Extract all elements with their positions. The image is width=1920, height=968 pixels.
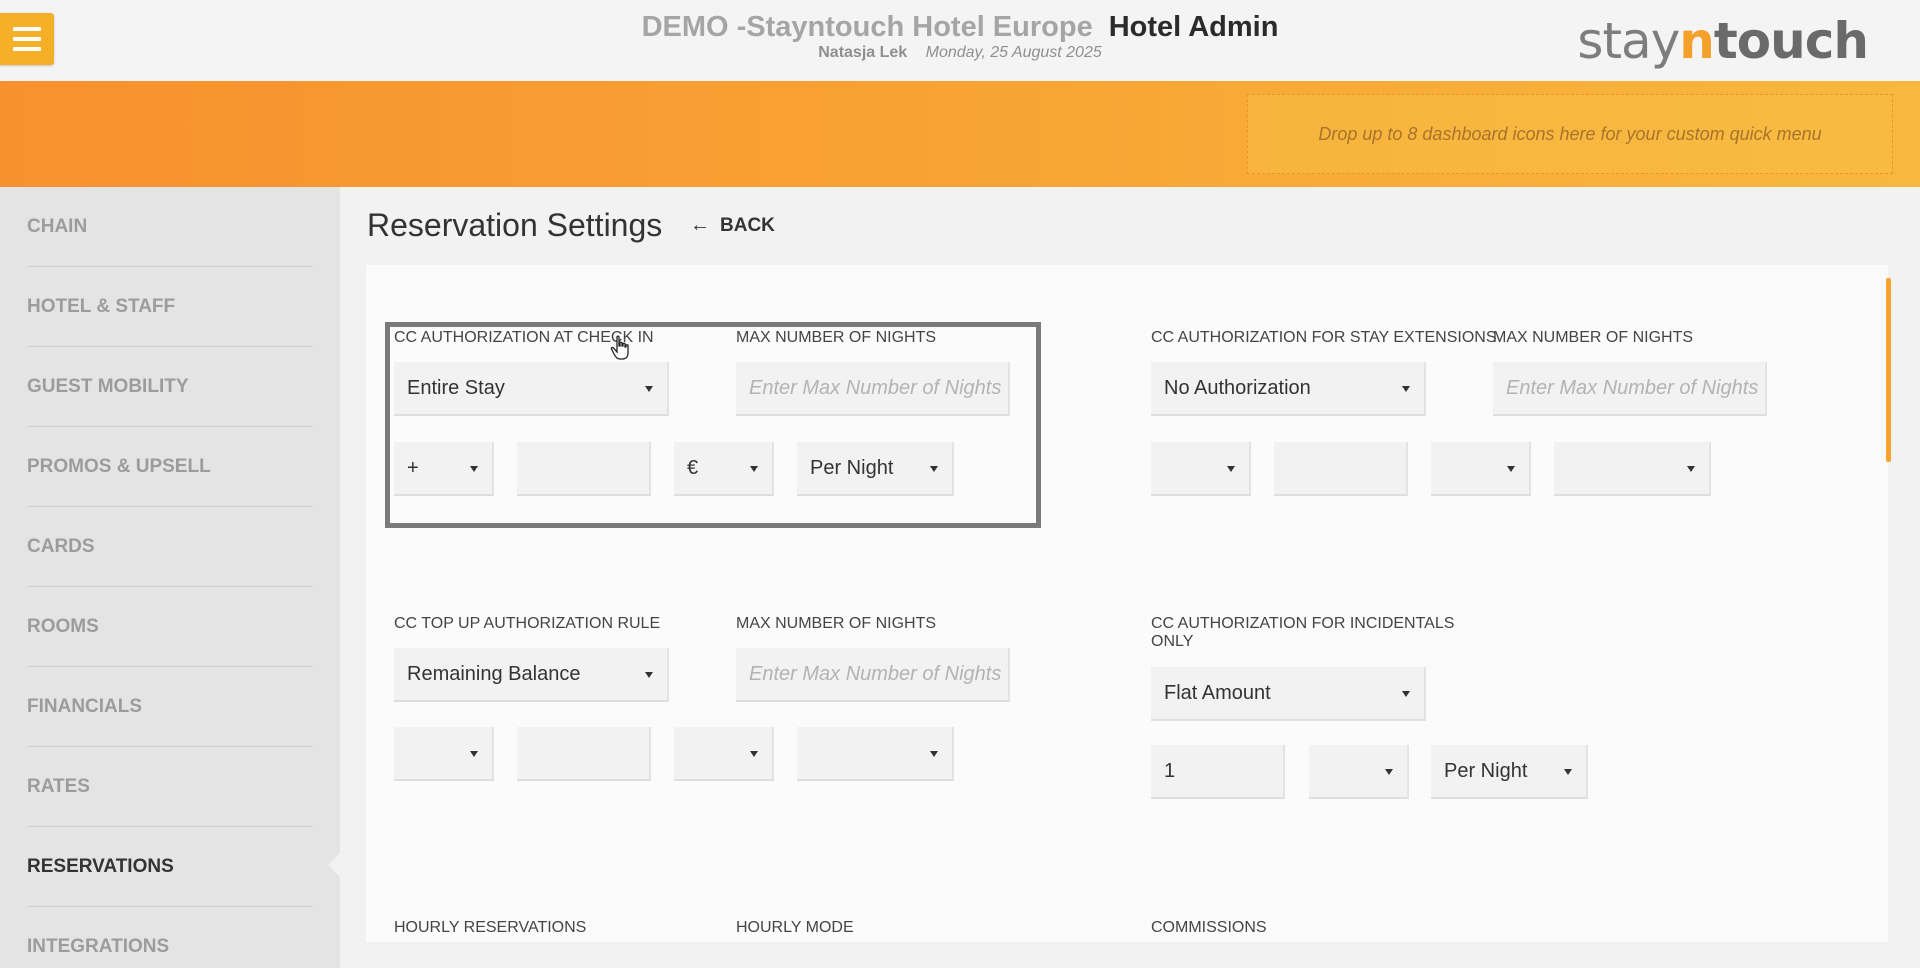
caret-down-icon [470, 751, 478, 757]
sidebar-item-promos-upsell[interactable]: PROMOS & UPSELL [27, 427, 313, 507]
caret-down-icon [1402, 691, 1410, 697]
sidebar-item-cards[interactable]: CARDS [27, 507, 313, 587]
current-date: Monday, 25 August 2025 [925, 44, 1102, 61]
cc-incidentals-amount-input[interactable]: 1 [1151, 745, 1285, 799]
cc-topup-currency-select[interactable] [674, 727, 774, 781]
cc-topup-operator-select[interactable] [394, 727, 494, 781]
sidebar-item-hotel-staff[interactable]: HOTEL & STAFF [27, 267, 313, 347]
highlight-box [385, 322, 1041, 528]
caret-down-icon [1507, 466, 1515, 472]
top-header: DEMO -Stayntouch Hotel Europe Hotel Admin… [0, 0, 1920, 81]
cc-topup-label: CC TOP UP AUTHORIZATION RULE [394, 615, 661, 632]
caret-down-icon [1564, 769, 1572, 775]
cc-extensions-select[interactable]: No Authorization [1151, 362, 1426, 416]
commissions-label: COMMISSIONS [1151, 919, 1267, 936]
quick-menu-dropzone[interactable]: Drop up to 8 dashboard icons here for yo… [1247, 94, 1893, 174]
app-name: Hotel Admin [1108, 11, 1279, 43]
stayntouch-logo: stayntouch [1577, 12, 1869, 70]
vertical-scrollbar[interactable] [1886, 278, 1891, 462]
dropzone-text: Drop up to 8 dashboard icons here for yo… [1318, 123, 1822, 144]
sidebar-item-integrations[interactable]: INTEGRATIONS [27, 907, 313, 968]
sidebar-item-financials[interactable]: FINANCIALS [27, 667, 313, 747]
cc-extensions-period-select[interactable] [1554, 442, 1711, 496]
cc-extensions-label: CC AUTHORIZATION FOR STAY EXTENSIONS [1151, 329, 1497, 346]
caret-down-icon [1402, 386, 1410, 392]
caret-down-icon [1227, 466, 1235, 472]
cc-incidentals-label-line1: CC AUTHORIZATION FOR INCIDENTALS [1151, 615, 1455, 632]
sidebar-item-chain[interactable]: CHAIN [27, 187, 313, 267]
sidebar-item-reservations[interactable]: RESERVATIONS [27, 827, 313, 907]
caret-down-icon [1385, 769, 1393, 775]
cc-incidentals-currency-select[interactable] [1309, 745, 1409, 799]
caret-down-icon [750, 751, 758, 757]
hotel-name: DEMO -Stayntouch Hotel Europe [641, 11, 1093, 43]
cc-topup-max-nights-label: MAX NUMBER OF NIGHTS [736, 615, 937, 632]
hourly-mode-label: HOURLY MODE [736, 919, 854, 936]
sidebar-item-rates[interactable]: RATES [27, 747, 313, 827]
cc-topup-period-select[interactable] [797, 727, 954, 781]
sidebar-item-rooms[interactable]: ROOMS [27, 587, 313, 667]
cc-extensions-currency-select[interactable] [1431, 442, 1531, 496]
caret-down-icon [930, 751, 938, 757]
cc-extensions-max-nights-label: MAX NUMBER OF NIGHTS [1493, 329, 1694, 346]
caret-down-icon [1687, 466, 1695, 472]
cc-incidentals-select[interactable]: Flat Amount [1151, 667, 1426, 721]
quick-menu-banner: Drop up to 8 dashboard icons here for yo… [0, 81, 1920, 187]
cc-incidentals-period-select[interactable]: Per Night [1431, 745, 1588, 799]
cc-extensions-max-nights-input[interactable]: Enter Max Number of Nights [1493, 362, 1767, 416]
arrow-left-icon: ← [690, 214, 710, 236]
user-name: Natasja Lek [818, 44, 908, 61]
hand-cursor-icon [610, 335, 629, 360]
page-title: Reservation Settings [367, 207, 663, 243]
cc-extensions-operator-select[interactable] [1151, 442, 1251, 496]
back-label: BACK [720, 214, 775, 236]
back-button[interactable]: ← BACK [690, 214, 775, 237]
cc-topup-max-nights-input[interactable]: Enter Max Number of Nights [736, 648, 1010, 702]
active-item-pointer [328, 853, 340, 877]
sidebar-item-guest-mobility[interactable]: GUEST MOBILITY [27, 347, 313, 427]
cc-incidentals-label-line2: ONLY [1151, 633, 1194, 650]
cc-extensions-amount-input[interactable] [1274, 442, 1408, 496]
hourly-reservations-label: HOURLY RESERVATIONS [394, 919, 587, 936]
cc-topup-select[interactable]: Remaining Balance [394, 648, 669, 702]
caret-down-icon [645, 672, 653, 678]
cc-topup-amount-input[interactable] [517, 727, 651, 781]
